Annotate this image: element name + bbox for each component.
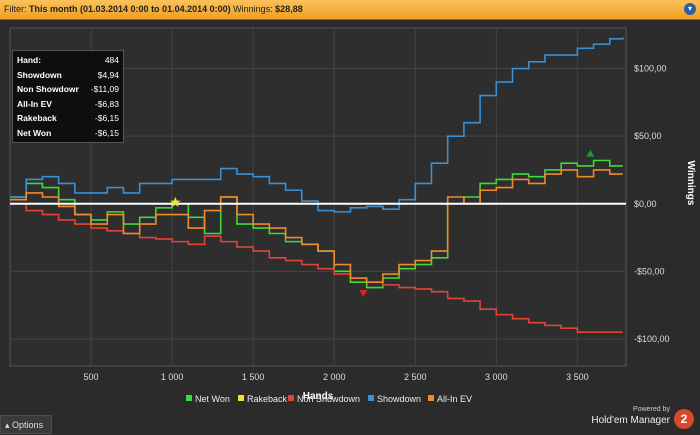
x-tick-label: 1 500	[242, 372, 265, 382]
x-tick-label: 3 500	[566, 372, 589, 382]
stats-label: Showdown	[17, 69, 62, 80]
powered-by-label: Powered by	[633, 406, 670, 413]
legend-label: Net Won	[195, 394, 230, 404]
chart-panel: 500 1 000 1 500 2 000 2 500 3 000 3 500 $100,00…	[0, 20, 700, 413]
y-tick-label: -$100,00	[634, 334, 670, 344]
stats-value: -$6,83	[94, 98, 119, 109]
x-tick-label: 1 000	[161, 372, 184, 382]
stats-row: All-In EV -$6,83	[13, 97, 123, 112]
stats-row: Hand: 484	[13, 53, 123, 68]
stats-value: $4,94	[97, 69, 119, 80]
y-tick-label: $0,00	[634, 199, 657, 209]
brand-name: Hold'em Manager	[591, 415, 670, 426]
legend-swatch	[368, 395, 374, 401]
hm-logo: 2	[674, 409, 694, 429]
filter-bar[interactable]: Filter: This month (01.03.2014 0:00 to 0…	[0, 0, 700, 20]
legend-swatch	[238, 395, 244, 401]
legend-swatch	[428, 395, 434, 401]
legend-label: Rakeback	[247, 394, 288, 404]
powered-by: Powered by Hold'em Manager	[591, 405, 670, 428]
stats-value: -$11,09	[90, 84, 119, 94]
legend-label: Showdown	[377, 394, 421, 404]
stats-value: -$6,15	[94, 127, 119, 138]
bottom-bar: ▴ Options Powered by Hold'em Manager 2	[0, 406, 700, 435]
legend-swatch	[288, 395, 294, 401]
y-tick-label: $100,00	[634, 64, 667, 74]
options-button[interactable]: ▴ Options	[0, 415, 52, 434]
legend-swatch	[186, 395, 192, 401]
winnings-label: Winnings:	[233, 4, 273, 14]
x-tick-label: 500	[84, 372, 99, 382]
x-tick-label: 3 000	[485, 372, 508, 382]
stats-value: 484	[104, 55, 119, 65]
filter-value: This month (01.03.2014 0:00 to 01.04.201…	[29, 4, 231, 14]
x-tick-label: 2 500	[404, 372, 427, 382]
stats-label: All-In EV	[17, 98, 52, 109]
filter-label: Filter:	[4, 4, 27, 14]
stats-label: Hand:	[17, 55, 42, 65]
stats-row: Showdown $4,94	[13, 68, 123, 83]
chevron-up-icon: ▴	[5, 420, 10, 430]
stats-row: Non Showdown -$11,09	[13, 82, 123, 97]
y-axis-title: Winnings	[685, 161, 696, 206]
stats-row: Rakeback -$6,15	[13, 111, 123, 126]
stats-value: -$6,15	[94, 113, 119, 123]
chevron-down-icon[interactable]: ▾	[684, 3, 696, 15]
legend-label: Non Showdown	[297, 394, 360, 404]
stats-row: Net Won -$6,15	[13, 126, 123, 141]
stats-label: Non Showdown	[17, 84, 79, 94]
winnings-value: $28,88	[275, 4, 303, 14]
stats-label: Net Won	[17, 127, 52, 138]
y-tick-label: $50,00	[634, 131, 662, 141]
options-label: Options	[12, 420, 44, 430]
stats-label: Rakeback	[17, 113, 57, 123]
x-tick-label: 2 000	[323, 372, 346, 382]
y-tick-label: -$50,00	[634, 266, 665, 276]
legend-label: All-In EV	[437, 394, 472, 404]
stats-tooltip: Hand: 484 Showdown $4,94 Non Showdown -$11,09…	[12, 50, 124, 143]
